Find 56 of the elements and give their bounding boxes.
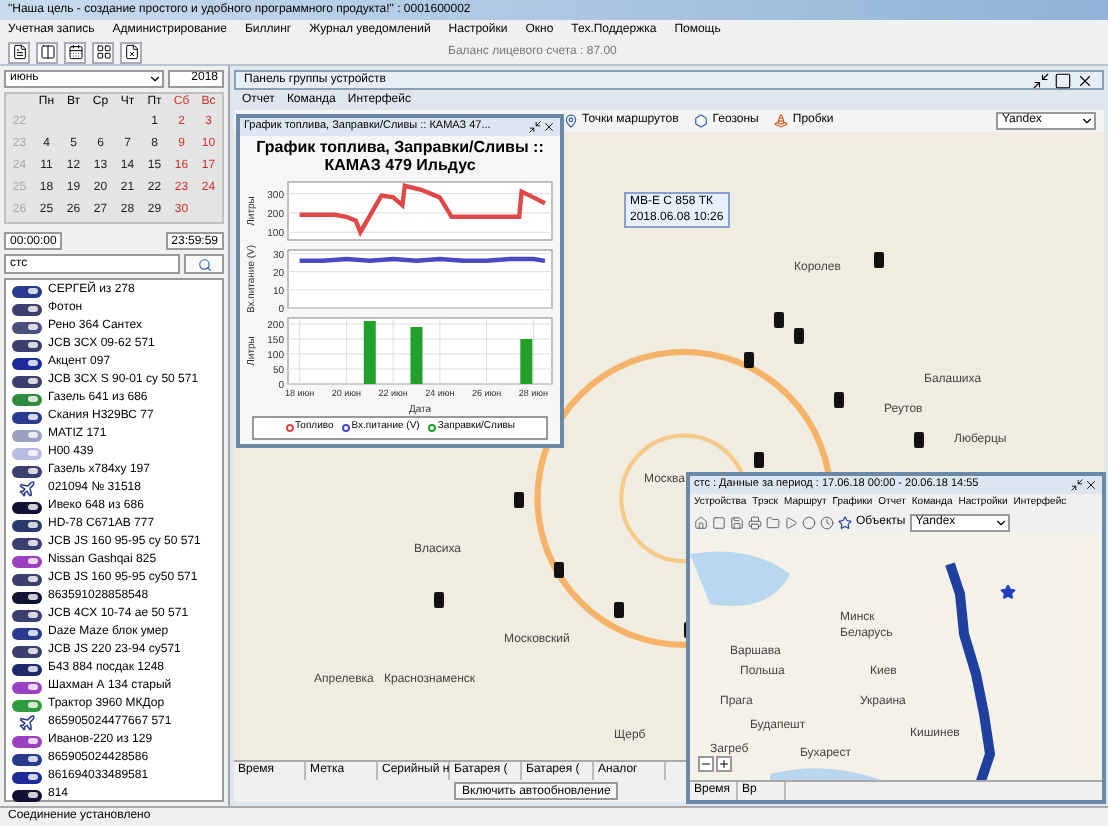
star-icon[interactable] [838,516,852,530]
car-marker-icon [874,252,884,268]
clock-icon[interactable] [820,516,834,530]
chart-heading: График топлива, Заправки/Сливы :: КАМАЗ 479 Ильдус [254,136,546,176]
columns-icon [39,44,55,60]
car-marker-icon [744,352,754,368]
caret-icon [148,72,162,86]
home-icon[interactable] [694,516,708,530]
search-button[interactable] [184,254,224,274]
restore-icon [1032,71,1050,89]
close-icon [542,120,556,134]
car-marker-icon [754,452,764,468]
legend-swatch-icon [285,423,293,432]
car-marker-icon [554,562,564,578]
toolbar-button[interactable] [64,41,86,63]
calendar-icon [67,44,83,60]
printer-icon[interactable] [748,516,762,530]
plus-icon [718,758,730,770]
cone-icon [774,114,789,128]
toolbar-button[interactable] [120,41,142,63]
pin-icon [564,114,578,128]
close-icon [1084,478,1098,492]
caret-icon [993,516,1008,530]
car-marker-icon [614,602,624,618]
restore-icon [528,120,542,134]
car-marker-icon [434,592,444,608]
car-marker-icon [514,492,524,508]
document-x-icon [123,44,139,60]
legend-swatch-icon [341,423,350,432]
car-marker-icon [834,392,844,408]
zoom-out-button[interactable] [698,756,714,772]
car-marker-icon [794,328,804,344]
circle-icon[interactable] [802,516,816,530]
save-icon[interactable] [730,516,744,530]
grid-icon [95,44,111,60]
star-marker-icon [1000,584,1016,600]
hexagon-icon [694,114,709,128]
legend-swatch-icon [427,423,436,432]
square-icon[interactable] [712,516,726,530]
toolbar-button[interactable] [92,41,114,63]
minus-icon [700,758,712,770]
document-icon [11,44,27,60]
maximize-icon [1054,71,1072,89]
folder-icon[interactable] [766,516,780,530]
car-marker-icon [774,312,784,328]
bar [410,327,423,384]
caret-icon [1080,114,1094,128]
toolbar-button[interactable] [36,41,58,63]
bar [520,339,533,384]
toolbar-button[interactable] [8,41,30,63]
close-icon [1076,71,1094,89]
zoom-in-button[interactable] [716,756,732,772]
play-icon[interactable] [784,516,798,530]
car-marker-icon [914,432,924,448]
search-icon [197,257,211,271]
restore-icon [1070,478,1084,492]
